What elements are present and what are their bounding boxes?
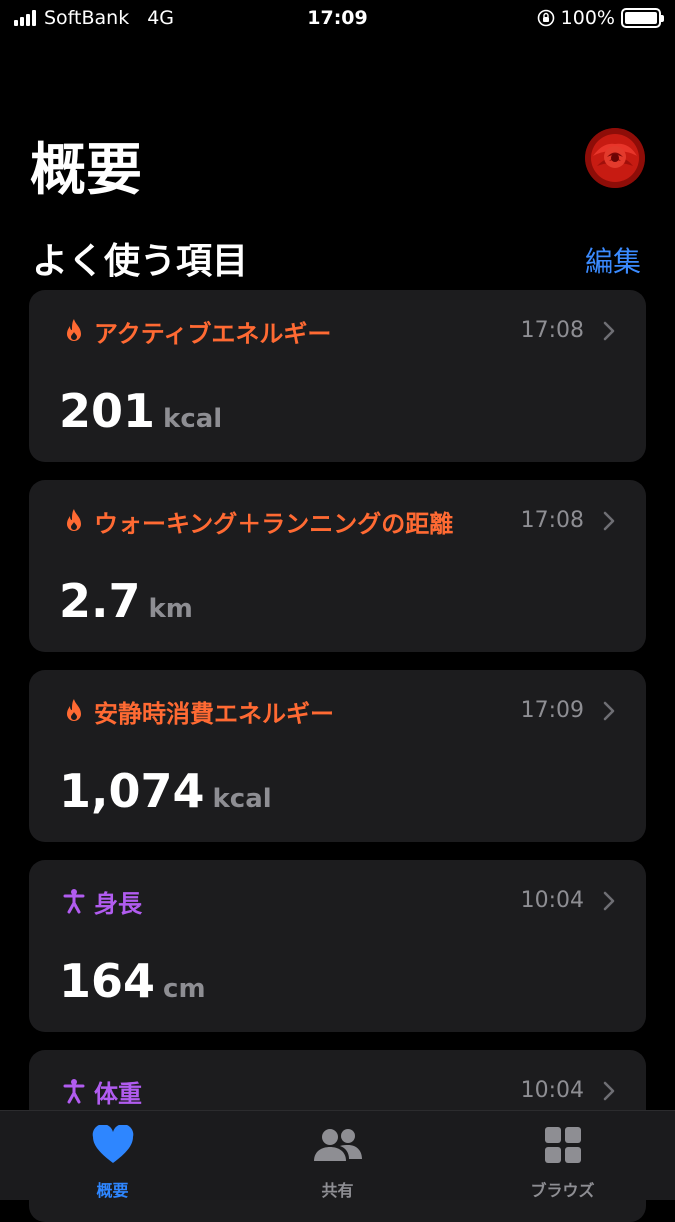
card-time: 17:09 (520, 698, 584, 723)
flame-icon (67, 699, 81, 721)
body-figure-icon (63, 1079, 85, 1104)
flame-icon (67, 509, 81, 531)
card-number: 2.7 (59, 574, 141, 628)
card-unit: km (148, 594, 193, 624)
card-time: 10:04 (520, 888, 584, 913)
grid-icon (544, 1127, 581, 1163)
card-title: 安静時消費エネルギー (94, 700, 334, 728)
heart-icon (92, 1125, 133, 1163)
summary-card[interactable]: 身長 10:04 164 cm (29, 860, 646, 1032)
people-icon (313, 1129, 362, 1161)
card-unit: kcal (212, 784, 272, 814)
card-number: 164 (59, 954, 156, 1008)
card-number: 1,074 (59, 764, 205, 818)
card-time: 17:08 (520, 508, 584, 533)
body-figure-icon (63, 889, 85, 914)
card-unit: kcal (163, 404, 223, 434)
card-value: 201 kcal (59, 384, 222, 438)
card-number: 201 (59, 384, 156, 438)
card-value: 1,074 kcal (59, 764, 272, 818)
favorites-heading: よく使う項目 (32, 241, 249, 282)
rotation-lock-icon (537, 9, 554, 27)
tab-label: 共有 (321, 1181, 354, 1200)
chevron-right-icon (603, 891, 615, 911)
card-title: 身長 (94, 890, 142, 918)
card-time: 17:08 (520, 318, 584, 343)
chevron-right-icon (603, 511, 615, 531)
card-unit: cm (163, 974, 206, 1004)
status-right: 100% (537, 7, 664, 29)
card-value: 2.7 km (59, 574, 193, 628)
flame-icon (67, 319, 81, 341)
page-title: 概要 (30, 138, 142, 203)
tab-label: ブラウズ (530, 1181, 595, 1200)
tab-bar: 概要 共有 ブラウズ (0, 1110, 675, 1200)
chevron-right-icon (603, 1081, 615, 1101)
card-value: 164 cm (59, 954, 206, 1008)
tab-sharing[interactable]: 共有 (225, 1111, 450, 1201)
rose-avatar-image (585, 128, 645, 188)
card-title: アクティブエネルギー (94, 320, 332, 348)
battery-percentage: 100% (560, 7, 615, 29)
battery-icon (621, 8, 664, 28)
summary-card[interactable]: ウォーキング＋ランニングの距離 17:08 2.7 km (29, 480, 646, 652)
tab-summary[interactable]: 概要 (0, 1111, 225, 1201)
edit-button[interactable]: 編集 (585, 240, 641, 280)
card-time: 10:04 (520, 1078, 584, 1103)
status-bar: SoftBank 4G 17:09 100% (0, 0, 675, 38)
profile-avatar[interactable] (585, 128, 645, 188)
chevron-right-icon (603, 701, 615, 721)
chevron-right-icon (603, 321, 615, 341)
summary-card[interactable]: アクティブエネルギー 17:08 201 kcal (29, 290, 646, 462)
card-title: 体重 (94, 1080, 142, 1108)
card-title: ウォーキング＋ランニングの距離 (94, 510, 454, 538)
tab-label: 概要 (96, 1181, 129, 1200)
summary-card[interactable]: 安静時消費エネルギー 17:09 1,074 kcal (29, 670, 646, 842)
tab-browse[interactable]: ブラウズ (450, 1111, 675, 1201)
